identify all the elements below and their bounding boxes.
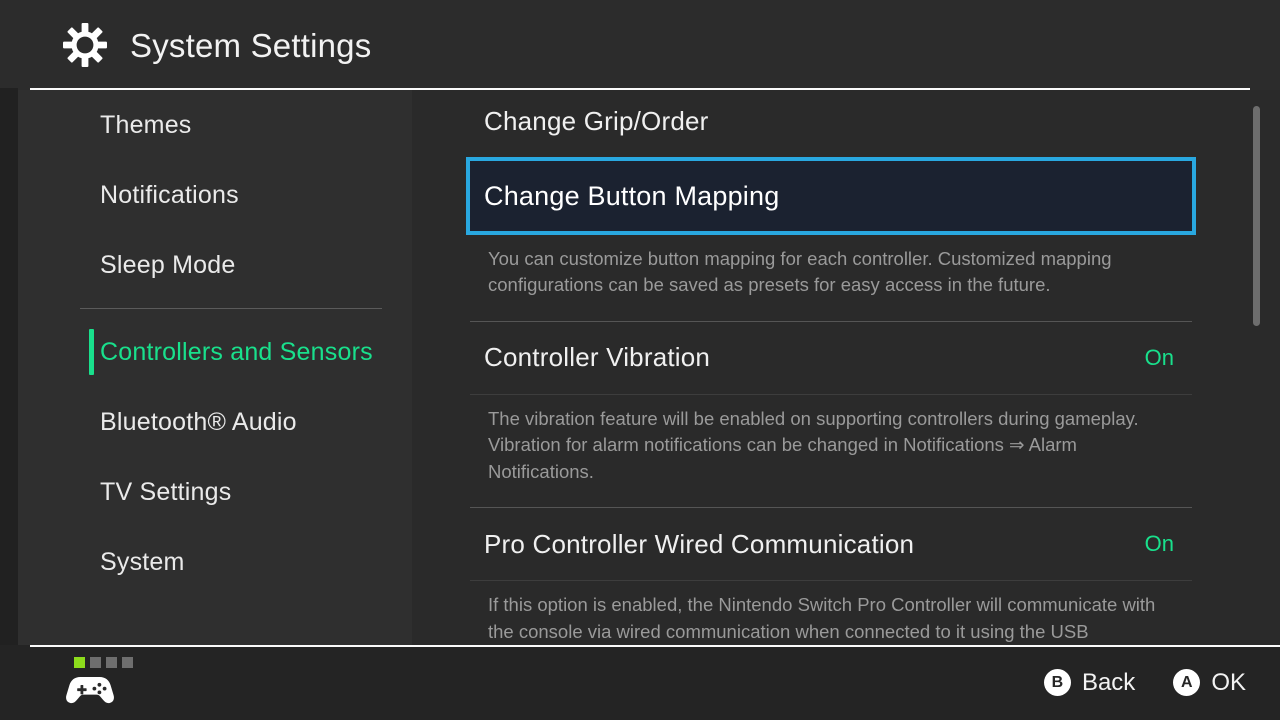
setting-row-controller-vibration[interactable]: Controller Vibration On (412, 322, 1280, 394)
sidebar-item-bluetooth-audio[interactable]: Bluetooth® Audio (18, 387, 412, 457)
setting-value: On (1144, 531, 1174, 557)
sidebar-item-label: Bluetooth® Audio (100, 407, 297, 436)
setting-description: You can customize button mapping for eac… (488, 248, 1112, 296)
active-accent-bar (89, 329, 94, 375)
setting-row-pro-controller-wired-communication[interactable]: Pro Controller Wired Communication On (412, 508, 1280, 580)
sidebar-item-system[interactable]: System (18, 527, 412, 597)
page-title: System Settings (130, 26, 372, 64)
sidebar-item-controllers-and-sensors[interactable]: Controllers and Sensors (18, 317, 412, 387)
player-led-3 (106, 657, 117, 668)
setting-title: Change Button Mapping (484, 180, 780, 211)
sidebar-item-label: Themes (100, 110, 192, 139)
hint-label: OK (1211, 668, 1246, 696)
scrollbar-thumb[interactable] (1253, 106, 1260, 326)
settings-list: Change Grip/Order Change Button Mapping … (412, 90, 1280, 645)
setting-row-change-grip-order[interactable]: Change Grip/Order (412, 90, 1280, 152)
screen-edge-strip (0, 0, 18, 720)
setting-description: The vibration feature will be enabled on… (488, 407, 1139, 482)
setting-value: On (1144, 344, 1174, 370)
app-header: System Settings (0, 0, 1280, 90)
sidebar-item-label: Controllers and Sensors (100, 337, 373, 366)
sidebar-item-tv-settings[interactable]: TV Settings (18, 457, 412, 527)
player-led-4 (122, 657, 133, 668)
sidebar-item-themes[interactable]: Themes (18, 90, 412, 160)
a-button-icon: A (1173, 669, 1201, 696)
player-led-2 (90, 657, 101, 668)
setting-separator (470, 393, 1192, 395)
sidebar-item-notifications[interactable]: Notifications (18, 160, 412, 230)
gear-icon (62, 22, 108, 68)
hint-label: Back (1081, 668, 1136, 696)
app-header-content: System Settings (62, 22, 371, 68)
setting-title: Pro Controller Wired Communication (484, 528, 915, 559)
hint-ok[interactable]: A OK (1173, 669, 1246, 697)
player-indicator (66, 657, 133, 707)
sidebar: Themes Notifications Sleep Mode Controll… (18, 90, 412, 645)
setting-title: Change Grip/Order (484, 105, 709, 136)
sidebar-item-label: TV Settings (100, 477, 232, 506)
button-hints: B Back A OK (1043, 645, 1246, 720)
setting-description: If this option is enabled, the Nintendo … (488, 594, 1156, 642)
b-button-icon: B (1043, 669, 1071, 696)
sidebar-item-label: System (100, 547, 185, 576)
hint-back[interactable]: B Back (1043, 668, 1136, 697)
gamepad-icon (66, 673, 133, 707)
sidebar-item-label: Notifications (100, 180, 239, 209)
setting-separator (470, 580, 1192, 582)
footer-bar: B Back A OK (0, 645, 1280, 720)
sidebar-item-sleep-mode[interactable]: Sleep Mode (18, 230, 412, 300)
sidebar-item-label: Sleep Mode (100, 250, 236, 279)
setting-title: Controller Vibration (484, 342, 711, 373)
sidebar-divider (80, 308, 382, 309)
player-led-1 (74, 657, 85, 668)
setting-row-change-button-mapping[interactable]: Change Button Mapping (466, 157, 1196, 235)
player-led-dots (66, 657, 133, 668)
system-settings-screen: System Settings Themes Notifications Sle… (0, 0, 1280, 720)
